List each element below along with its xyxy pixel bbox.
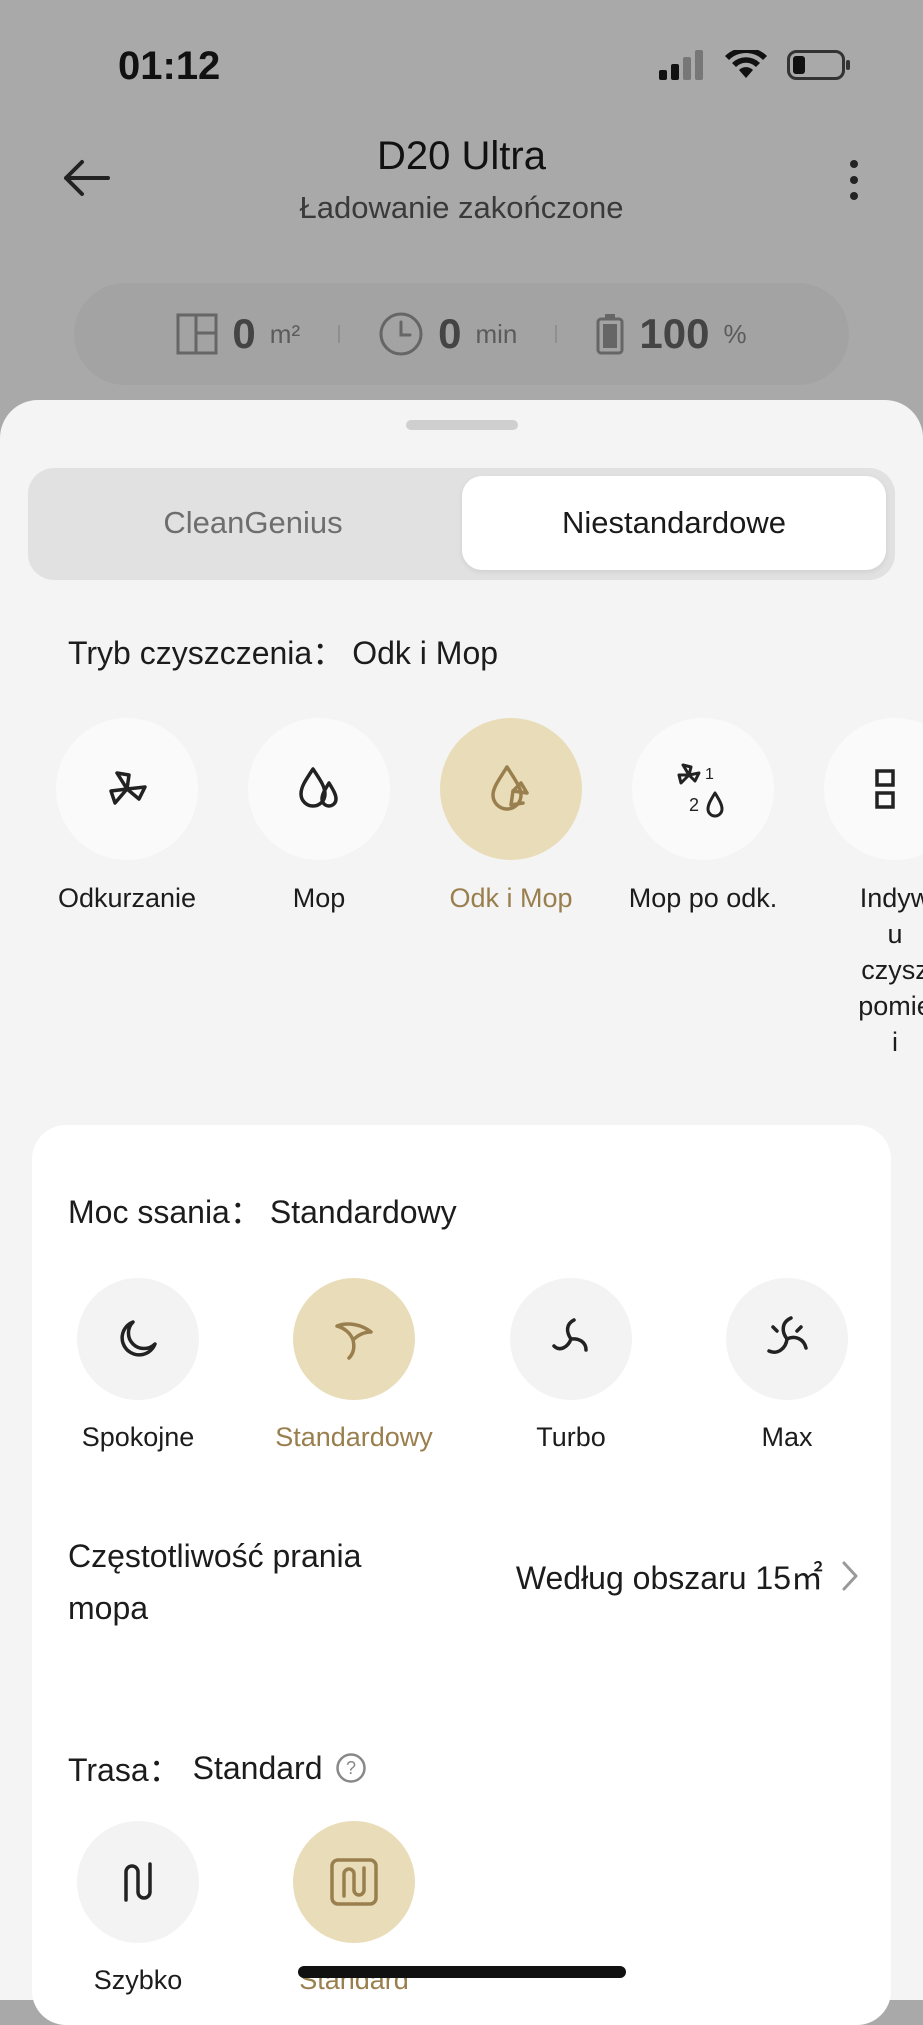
mode-option-label: Mop: [292, 883, 346, 913]
suction-option-circle: [726, 1278, 848, 1400]
cleaning-mode-label: Tryb czyszczenia：: [68, 635, 345, 671]
stat-area-unit: m²: [269, 318, 301, 349]
mode-option-circle: 1 2: [632, 718, 774, 860]
status-time: 01:12: [118, 44, 221, 88]
route-option-fast[interactable]: Szybko: [38, 1821, 238, 1996]
suction-label: Moc ssania：: [68, 1194, 262, 1230]
svg-text:2: 2: [689, 795, 699, 815]
mode-segmented-control: CleanGenius Niestandardowe: [28, 468, 895, 580]
mode-option-vacuum-mop[interactable]: Odk i Mop: [421, 718, 601, 916]
route-label: Trasa：: [68, 1752, 181, 1788]
mode-option-label: Odkurzanie: [57, 883, 197, 913]
vacuum-icon: [109, 771, 147, 805]
suction-header: Moc ssania： Standardowy: [68, 1187, 457, 1233]
route-header: Trasa： Standard ?: [68, 1745, 367, 1791]
vacuum-mop-icon: [491, 765, 529, 811]
help-icon[interactable]: ?: [335, 1752, 367, 1784]
home-indicator: [298, 1966, 626, 1978]
stat-time: 0 min: [340, 310, 555, 358]
suction-option-max[interactable]: Max: [687, 1278, 887, 1453]
mode-option-circle: [248, 718, 390, 860]
signal-icon: [659, 50, 703, 80]
mop-drops-icon: [299, 767, 338, 808]
max-fan-icon: [767, 1316, 808, 1354]
suction-option-quiet[interactable]: Spokojne: [38, 1278, 238, 1453]
custom-room-icon: [875, 769, 895, 809]
route-option-label: Szybko: [93, 1965, 183, 1995]
mop-after-vacuum-icon: 1 2: [677, 763, 724, 818]
page-title: D20 Ultra: [377, 134, 546, 178]
suction-option-turbo[interactable]: Turbo: [471, 1278, 671, 1453]
mode-option-circle: [824, 718, 923, 860]
route-option-circle: [293, 1821, 415, 1943]
tab-custom[interactable]: Niestandardowe: [462, 476, 886, 570]
suction-option-label: Max: [761, 1422, 813, 1452]
suction-option-label: Turbo: [536, 1422, 606, 1452]
status-icons: [659, 50, 851, 80]
mode-option-label: Indyw u czysz pomie i: [858, 883, 923, 1057]
mode-option-vacuum[interactable]: Odkurzanie: [37, 718, 217, 916]
svg-text:?: ?: [345, 1758, 355, 1778]
standard-route-icon: [330, 1858, 378, 1906]
mop-wash-frequency-label: Częstotliwość prania mopa: [68, 1538, 362, 1626]
standard-fan-icon: [335, 1322, 373, 1360]
mop-wash-frequency-value: Według obszaru 15㎡: [515, 1560, 823, 1596]
tab-cleangenius[interactable]: CleanGenius: [38, 476, 468, 570]
mode-option-custom-room[interactable]: Indyw u czysz pomie i: [805, 718, 923, 1060]
stat-battery-unit: %: [723, 318, 747, 349]
page-subtitle: Ładowanie zakończone: [299, 190, 624, 225]
suction-option-label: Spokojne: [81, 1422, 195, 1452]
mode-option-mop[interactable]: Mop: [229, 718, 409, 916]
route-option-circle: [77, 1821, 199, 1943]
settings-card: Moc ssania： Standardowy Spokojne Standard…: [32, 1125, 891, 2025]
stats-bar: 0 m² 0 min 100 %: [74, 283, 849, 385]
stat-time-unit: min: [475, 318, 518, 349]
suction-option-circle: [510, 1278, 632, 1400]
stat-area: 0 m²: [138, 310, 338, 358]
suction-option-standard[interactable]: Standardowy: [254, 1278, 454, 1453]
suction-value: Standardowy: [269, 1194, 457, 1230]
route-value: Standard: [192, 1749, 323, 1786]
stat-area-value: 0: [232, 310, 256, 357]
cleaning-mode-value: Odk i Mop: [352, 635, 499, 671]
stat-battery-value: 100: [639, 310, 710, 357]
turbo-fan-icon: [552, 1318, 588, 1352]
mode-option-label: Odk i Mop: [449, 883, 573, 913]
cleaning-mode-header: Tryb czyszczenia： Odk i Mop: [68, 628, 498, 674]
mode-option-circle: [56, 718, 198, 860]
battery-icon: [596, 314, 624, 355]
cleaning-mode-options: Odkurzanie Mop Odk i Mop 1 2 Mop po odk.…: [0, 718, 923, 1138]
chevron-right-icon: [842, 1561, 858, 1591]
mode-option-label: Mop po odk.: [628, 883, 778, 913]
quiet-icon: [120, 1320, 157, 1357]
battery-status-icon: [787, 50, 850, 80]
stat-battery: 100 %: [557, 310, 784, 358]
settings-sheet: CleanGenius Niestandardowe Tryb czyszcze…: [0, 400, 923, 2025]
stat-time-value: 0: [438, 310, 462, 357]
suction-option-label: Standardowy: [275, 1422, 433, 1452]
more-options-icon[interactable]: [847, 158, 861, 202]
mode-option-circle: [440, 718, 582, 860]
suction-option-circle: [77, 1278, 199, 1400]
mode-option-mop-after-vacuum[interactable]: 1 2 Mop po odk.: [613, 718, 793, 916]
mop-wash-frequency-row[interactable]: Według obszaru 15㎡: [516, 1553, 859, 1599]
area-icon: [176, 313, 218, 355]
wifi-icon: [725, 50, 767, 78]
svg-text:1: 1: [705, 766, 714, 783]
suction-option-circle: [293, 1278, 415, 1400]
clock-icon: [379, 312, 423, 356]
fast-route-icon: [124, 1862, 152, 1902]
sheet-grabber[interactable]: [406, 420, 518, 430]
